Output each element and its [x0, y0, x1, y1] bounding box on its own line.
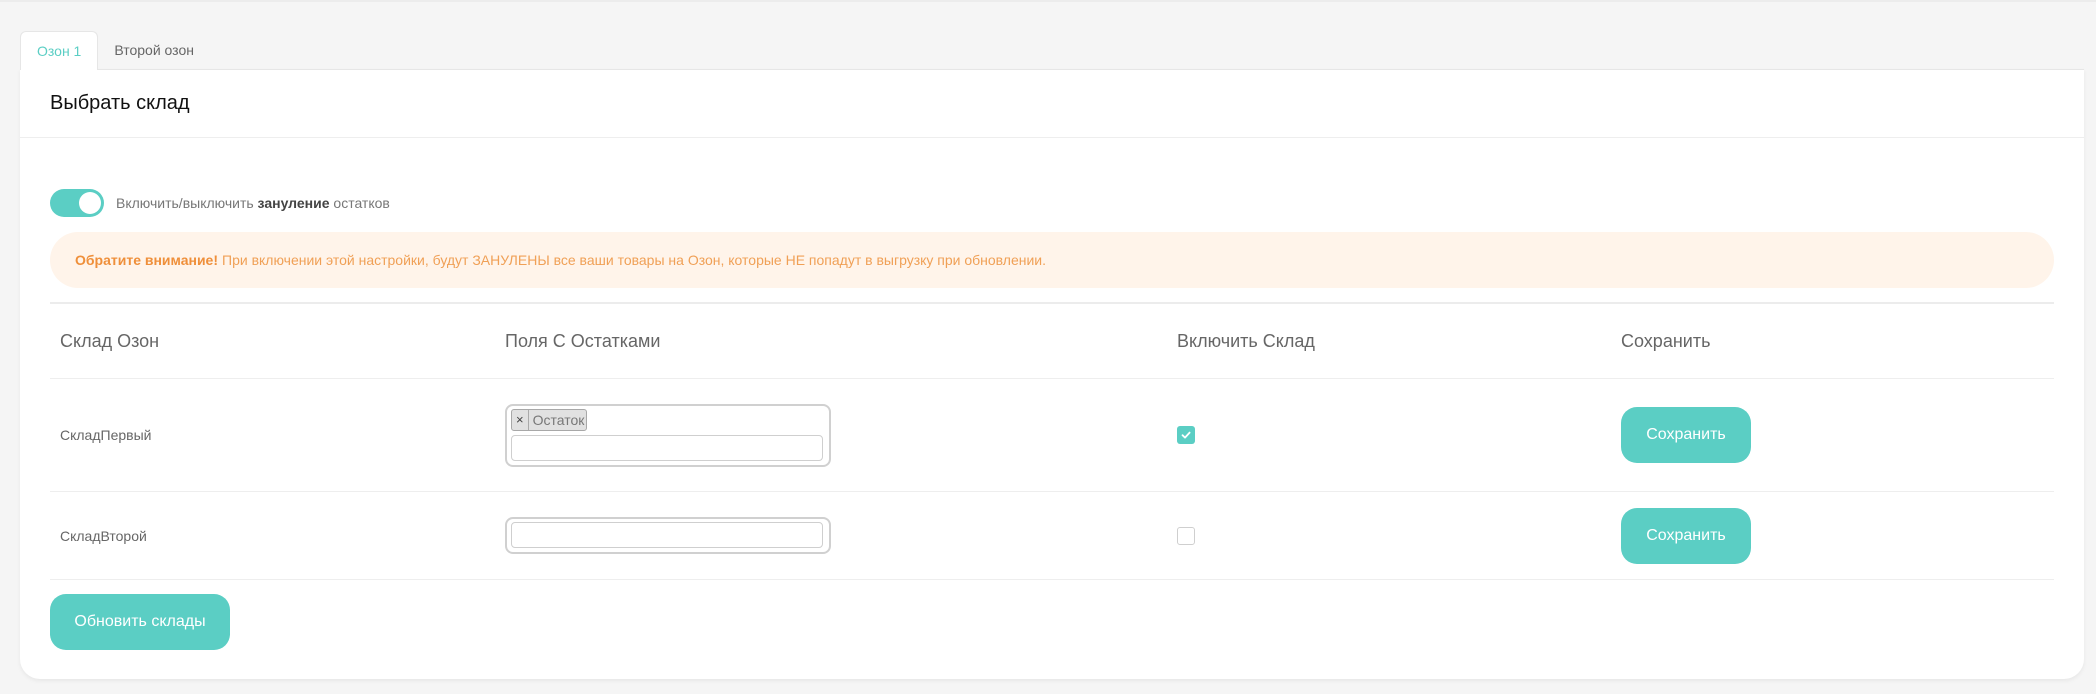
alert-text: При включении этой настройки, будут ЗАНУ…	[222, 252, 1047, 268]
stock-fields-select[interactable]	[505, 517, 831, 554]
alert-bold-text: Обратите внимание!	[75, 252, 219, 268]
zeroing-toggle-row: Включить/выключить зануление остатков	[50, 189, 390, 217]
save-cell: Сохранить	[1621, 379, 1751, 491]
enable-warehouse-cell	[1177, 379, 1195, 491]
enable-warehouse-cell	[1177, 492, 1195, 579]
table-row: СкладВторой Сохранить	[50, 492, 2054, 580]
table-row: СкладПервый × Остаток Сохранить	[50, 379, 2054, 492]
save-button[interactable]: Сохранить	[1621, 407, 1751, 463]
tab-bar: Озон 1 Второй озон	[20, 31, 210, 70]
warehouse-name: СкладВторой	[60, 527, 147, 544]
stock-fields-select[interactable]: × Остаток	[505, 403, 831, 467]
save-cell: Сохранить	[1621, 492, 1751, 579]
tab-ozon-2[interactable]: Второй озон	[98, 31, 210, 69]
table-header: Склад Озон Поля С Остатками Включить Скл…	[50, 304, 2054, 379]
toggle-label-suffix: остатков	[333, 195, 390, 211]
tab-ozon-1[interactable]: Озон 1	[20, 31, 99, 70]
refresh-warehouses-button[interactable]: Обновить склады	[50, 594, 230, 650]
toggle-label-prefix: Включить/выключить	[116, 195, 254, 211]
check-icon	[1181, 431, 1191, 439]
top-divider	[0, 0, 2096, 2]
chip-remove-icon[interactable]: ×	[512, 409, 529, 430]
zeroing-toggle-label: Включить/выключить зануление остатков	[116, 195, 390, 211]
stock-fields-search-input[interactable]	[511, 434, 823, 461]
warehouse-card: Выбрать склад Включить/выключить занулен…	[20, 69, 2084, 679]
enable-warehouse-checkbox[interactable]	[1177, 526, 1195, 545]
enable-warehouse-checkbox[interactable]	[1177, 426, 1195, 444]
chip-label: Остаток	[532, 411, 585, 428]
zeroing-toggle[interactable]	[50, 189, 104, 217]
card-header: Выбрать склад	[20, 70, 2084, 138]
toggle-label-bold: зануление	[257, 195, 330, 211]
warehouse-name: СкладПервый	[60, 427, 152, 443]
warehouse-table: Склад Озон Поля С Остатками Включить Скл…	[50, 304, 2054, 580]
toggle-knob	[79, 192, 101, 214]
header-save: Сохранить	[1621, 330, 1711, 351]
stock-fields-search-input[interactable]	[511, 522, 823, 548]
stock-fields-cell	[505, 492, 831, 579]
stock-fields-cell: × Остаток	[505, 379, 831, 491]
header-stock-fields: Поля С Остатками	[505, 330, 661, 351]
warning-alert: Обратите внимание! При включении этой на…	[50, 232, 2054, 288]
card-title: Выбрать склад	[50, 92, 190, 114]
header-warehouse: Склад Озон	[60, 330, 160, 351]
save-button[interactable]: Сохранить	[1621, 507, 1751, 564]
header-enable-warehouse: Включить Склад	[1177, 330, 1315, 351]
field-chip: × Остаток	[511, 408, 588, 431]
